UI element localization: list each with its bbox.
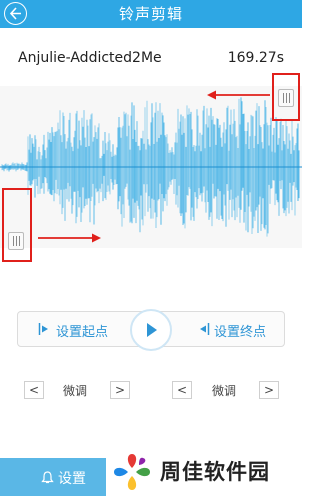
fine-tune-left-next[interactable]: > — [110, 381, 130, 399]
set-end-button[interactable]: 设置终点 — [214, 321, 266, 340]
fine-tune-right-prev[interactable]: < — [172, 381, 192, 399]
fine-tune-right-label: 微调 — [212, 384, 237, 398]
play-icon — [147, 323, 157, 337]
set-start-button[interactable]: 设置起点 — [56, 321, 108, 340]
song-title: Anjulie-Addicted2Me — [18, 50, 162, 66]
watermark-logo-icon — [114, 454, 150, 490]
set-end-icon — [200, 323, 210, 335]
page-title: 铃声剪辑 — [118, 5, 183, 23]
arrow-left-icon — [207, 90, 270, 100]
fine-tune-left-prev[interactable]: < — [24, 381, 44, 399]
song-duration: 169.27s — [227, 50, 284, 66]
waveform — [0, 97, 302, 237]
fine-tune-left-label: 微调 — [63, 384, 88, 398]
end-handle[interactable] — [278, 89, 294, 107]
bell-icon — [41, 471, 54, 484]
arrow-right-icon — [38, 233, 101, 243]
fine-tune-right-next[interactable]: > — [259, 381, 279, 399]
play-button[interactable] — [130, 309, 172, 351]
header-bar: 铃声剪辑 — [0, 0, 302, 28]
settings-label: 设置 — [58, 471, 86, 487]
watermark: 周佳软件园 — [108, 446, 302, 496]
watermark-text: 周佳软件园 — [160, 460, 270, 484]
start-handle-highlight — [2, 188, 32, 262]
waveform-editor[interactable] — [0, 73, 302, 262]
start-handle[interactable] — [8, 232, 24, 250]
settings-button[interactable]: 设置 — [0, 458, 106, 496]
set-start-icon — [38, 323, 48, 335]
